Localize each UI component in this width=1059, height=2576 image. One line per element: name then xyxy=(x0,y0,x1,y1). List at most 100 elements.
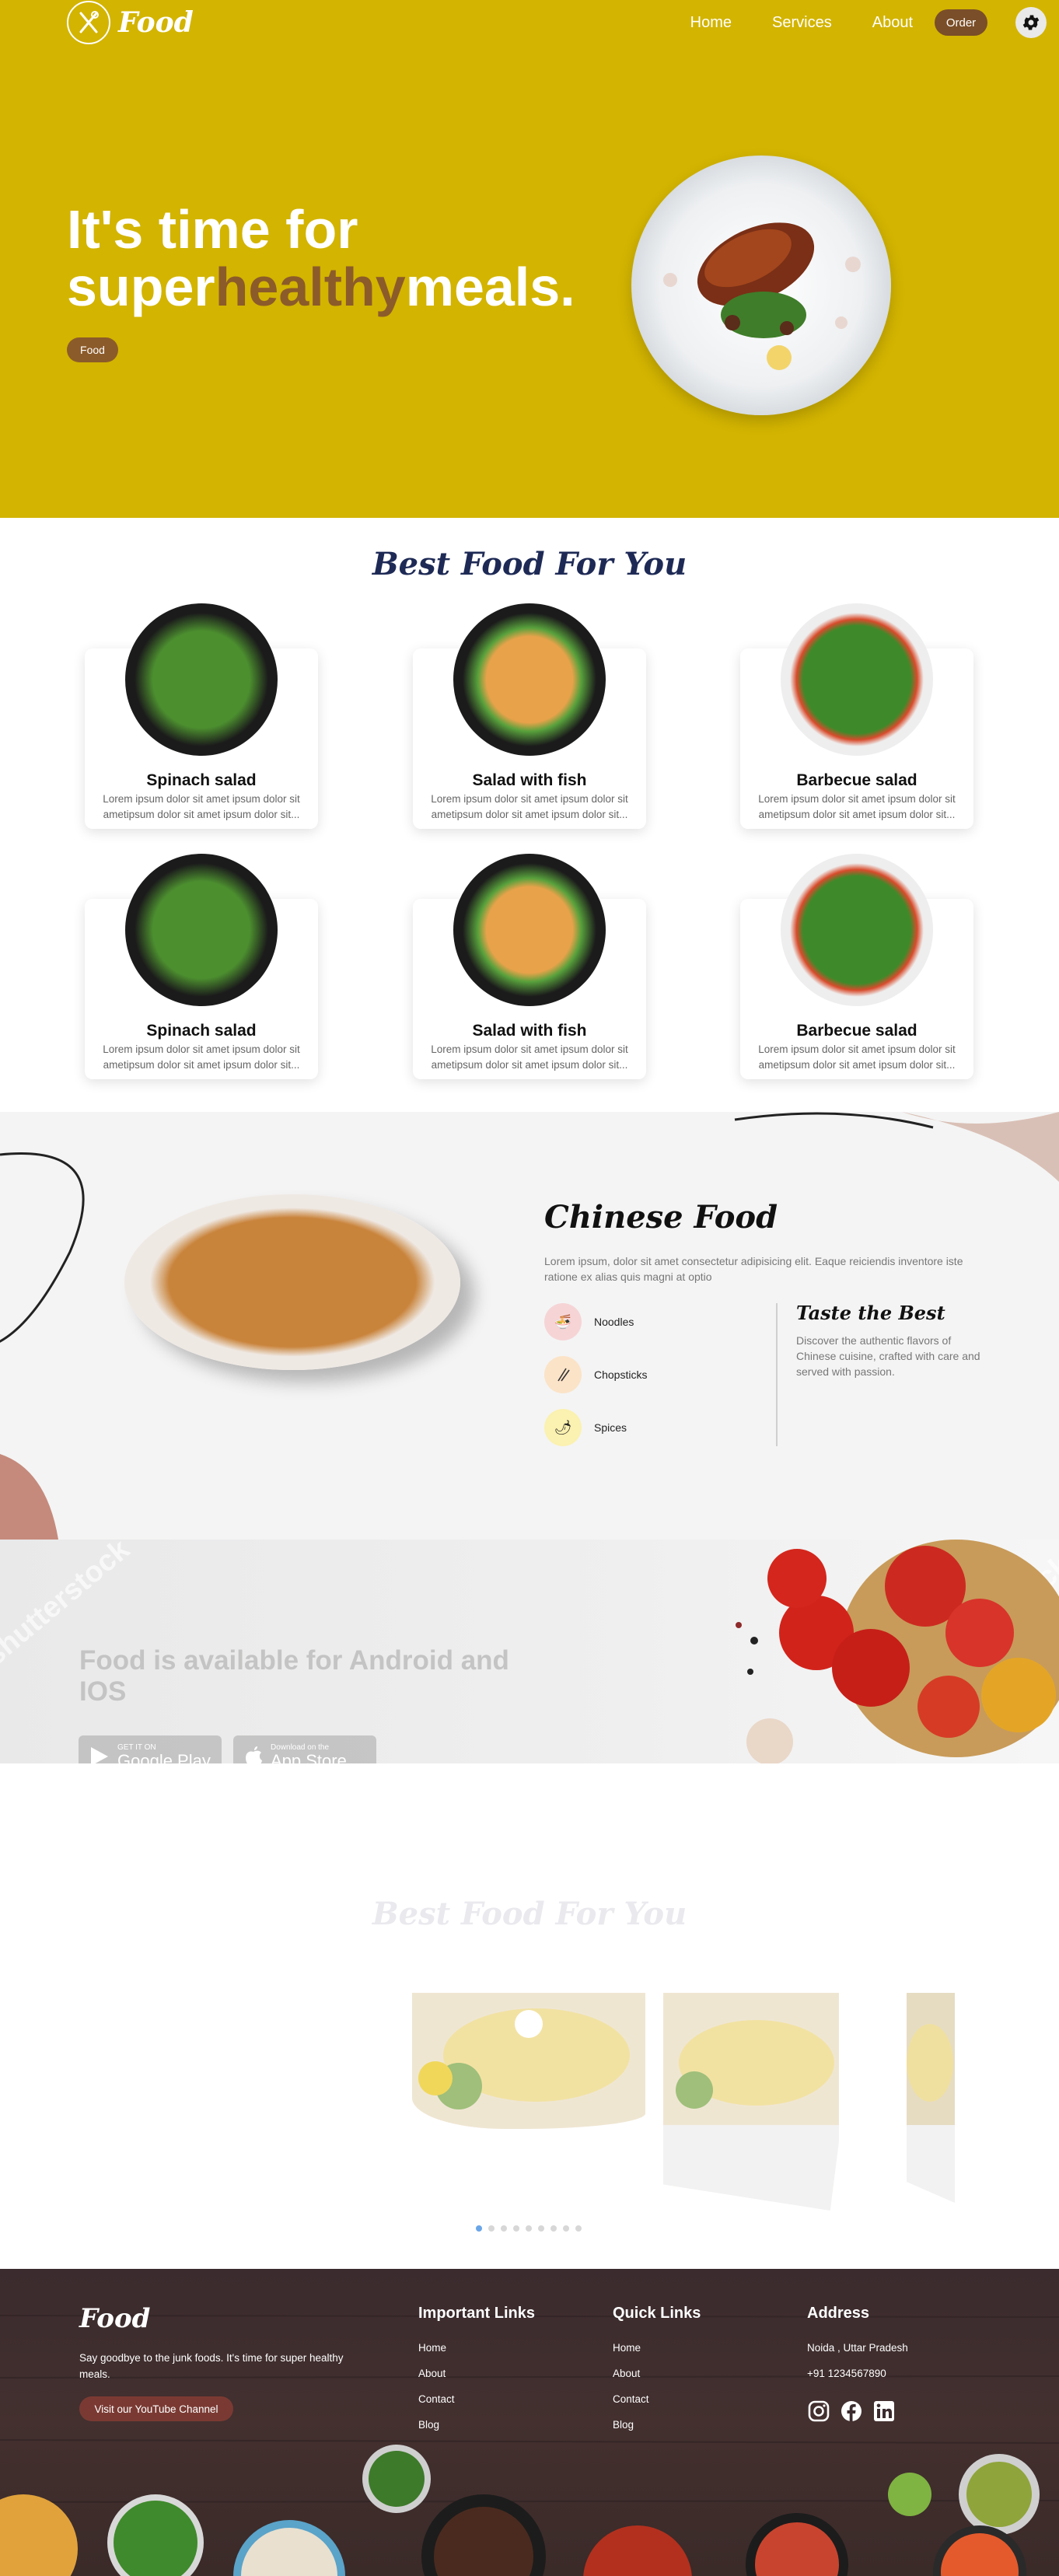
linkedin-icon[interactable] xyxy=(872,2399,896,2423)
slider-dot[interactable] xyxy=(476,2225,482,2232)
fork-knife-icon xyxy=(67,1,110,44)
brand-logo[interactable]: Food xyxy=(67,0,194,45)
address-text: Noida , Uttar Pradesh xyxy=(807,2342,908,2354)
google-play-big: Google Play xyxy=(117,1750,211,1763)
potato-salad-image xyxy=(663,1993,839,2211)
footer-link-home[interactable]: Home xyxy=(418,2342,446,2354)
food-card[interactable]: Salad with fish Lorem ipsum dolor sit am… xyxy=(413,603,646,829)
food-card-title: Spinach salad xyxy=(146,1022,257,1040)
app-store-button[interactable]: Download on the App Store xyxy=(233,1735,376,1763)
food-card-desc: Lorem ipsum dolor sit amet ipsum dolor s… xyxy=(758,1043,956,1071)
hero-plate-image xyxy=(631,156,891,415)
chopsticks-icon xyxy=(544,1356,582,1393)
tomatoes-image xyxy=(692,1540,1059,1763)
potato-salad-image xyxy=(907,1993,955,2203)
instagram-icon[interactable] xyxy=(807,2399,830,2423)
food-card-title: Salad with fish xyxy=(472,1022,587,1040)
food-card[interactable]: Spinach salad Lorem ipsum dolor sit amet… xyxy=(85,854,318,1079)
nav-home[interactable]: Home xyxy=(690,14,732,32)
food-card-desc: Lorem ipsum dolor sit amet ipsum dolor s… xyxy=(103,1043,300,1071)
food-card-desc: Lorem ipsum dolor sit amet ipsum dolor s… xyxy=(431,1043,628,1071)
hero-section: Food Home Services About Order It's time… xyxy=(0,0,1059,518)
food-card-desc: Lorem ipsum dolor sit amet ipsum dolor s… xyxy=(758,793,956,820)
food-card[interactable]: Salad with fish Lorem ipsum dolor sit am… xyxy=(413,854,646,1079)
feature-label: Chopsticks xyxy=(594,1368,648,1381)
footer-quick-about[interactable]: About xyxy=(613,2368,640,2379)
nav-about[interactable]: About xyxy=(872,14,913,32)
taste-the-best-title: Taste the Best xyxy=(796,1302,945,1324)
slider-dot[interactable] xyxy=(563,2225,569,2232)
google-play-small: GET IT ON xyxy=(117,1742,156,1752)
footer-quick-contact[interactable]: Contact xyxy=(613,2393,649,2405)
slider-dot[interactable] xyxy=(501,2225,507,2232)
food-card-desc: Lorem ipsum dolor sit amet ipsum dolor s… xyxy=(431,793,628,820)
slider-title: Best Food For You xyxy=(372,1896,687,1932)
slider-dot[interactable] xyxy=(550,2225,557,2232)
food-card-desc: Lorem ipsum dolor sit amet ipsum dolor s… xyxy=(103,793,300,820)
spices-icon: 🌶 xyxy=(544,1409,582,1446)
chinese-food-section: Chinese Food Lorem ipsum, dolor sit amet… xyxy=(0,1112,1059,1540)
quick-links-title: Quick Links xyxy=(613,2305,701,2322)
slider-dot[interactable] xyxy=(488,2225,495,2232)
slide-card[interactable] xyxy=(412,1993,645,2129)
taste-the-best-desc: Discover the authentic flavors of Chines… xyxy=(796,1334,980,1378)
barbecue-salad-image xyxy=(781,603,933,756)
hero-super: super xyxy=(67,257,215,317)
gear-icon[interactable] xyxy=(1015,7,1047,38)
noodles-plate-image xyxy=(124,1194,460,1370)
footer-quick-blog[interactable]: Blog xyxy=(613,2419,634,2431)
phone-text: +91 1234567890 xyxy=(807,2368,886,2379)
food-card[interactable]: Barbecue salad Lorem ipsum dolor sit ame… xyxy=(740,854,973,1079)
nav-services[interactable]: Services xyxy=(772,14,832,32)
spinach-salad-image xyxy=(125,854,278,1006)
barbecue-salad-image xyxy=(781,854,933,1006)
slide-card[interactable] xyxy=(907,1993,955,2203)
spinach-salad-image xyxy=(125,603,278,756)
hero-meals: meals. xyxy=(405,257,575,317)
play-store-icon xyxy=(91,1747,108,1763)
fish-salad-image xyxy=(453,603,606,756)
fish-salad-image xyxy=(453,854,606,1006)
hero-line1: It's time for xyxy=(67,199,358,260)
feature-noodles: 🍜 Noodles xyxy=(544,1303,634,1340)
hero-accent-word: healthy xyxy=(215,257,406,317)
food-card-title: Barbecue salad xyxy=(796,771,917,789)
slider-dot[interactable] xyxy=(575,2225,582,2232)
slider-dot[interactable] xyxy=(526,2225,532,2232)
feature-label: Noodles xyxy=(594,1316,634,1328)
divider xyxy=(776,1303,778,1446)
app-store-small: Download on the xyxy=(271,1742,330,1752)
best-food-title: Best Food For You xyxy=(372,546,687,582)
hero-heading: It's time for superhealthymeals. xyxy=(67,201,575,316)
slider-dot[interactable] xyxy=(538,2225,544,2232)
facebook-icon[interactable] xyxy=(840,2399,863,2423)
noodles-icon: 🍜 xyxy=(544,1303,582,1340)
order-button[interactable]: Order xyxy=(935,9,987,36)
top-nav: Home Services About Order xyxy=(690,0,1059,45)
app-download-banner: shutterstock shutterstock Food is availa… xyxy=(0,1540,1059,1763)
chinese-food-desc: Lorem ipsum, dolor sit amet consectetur … xyxy=(544,1255,963,1283)
chinese-food-title: Chinese Food xyxy=(544,1199,778,1236)
footer-tagline: Say goodbye to the junk foods. It's time… xyxy=(79,2352,344,2380)
feature-chopsticks: Chopsticks xyxy=(544,1356,647,1393)
food-card-title: Spinach salad xyxy=(146,771,257,789)
food-card-title: Salad with fish xyxy=(472,771,587,789)
hero-tag-button[interactable]: Food xyxy=(67,337,118,362)
food-card[interactable]: Barbecue salad Lorem ipsum dolor sit ame… xyxy=(740,603,973,829)
slide-card[interactable] xyxy=(663,1993,839,2211)
slider-dot[interactable] xyxy=(513,2225,519,2232)
food-card[interactable]: Spinach salad Lorem ipsum dolor sit amet… xyxy=(85,603,318,829)
potato-salad-image xyxy=(412,1993,645,2129)
google-play-button[interactable]: GET IT ON Google Play xyxy=(79,1735,222,1763)
footer-link-blog[interactable]: Blog xyxy=(418,2419,439,2431)
footer-link-about[interactable]: About xyxy=(418,2368,446,2379)
footer-link-contact[interactable]: Contact xyxy=(418,2393,455,2405)
youtube-channel-button[interactable]: Visit our YouTube Channel xyxy=(79,2396,233,2421)
food-card-title: Barbecue salad xyxy=(796,1022,917,1040)
footer-logo[interactable]: Food xyxy=(79,2303,150,2334)
feature-label: Spices xyxy=(594,1421,627,1434)
footer: Food Say goodbye to the junk foods. It's… xyxy=(0,2269,1059,2576)
footer-quick-home[interactable]: Home xyxy=(613,2342,641,2354)
feature-spices: 🌶 Spices xyxy=(544,1409,627,1446)
app-banner-title: Food is available for Android and IOS xyxy=(79,1645,509,1707)
